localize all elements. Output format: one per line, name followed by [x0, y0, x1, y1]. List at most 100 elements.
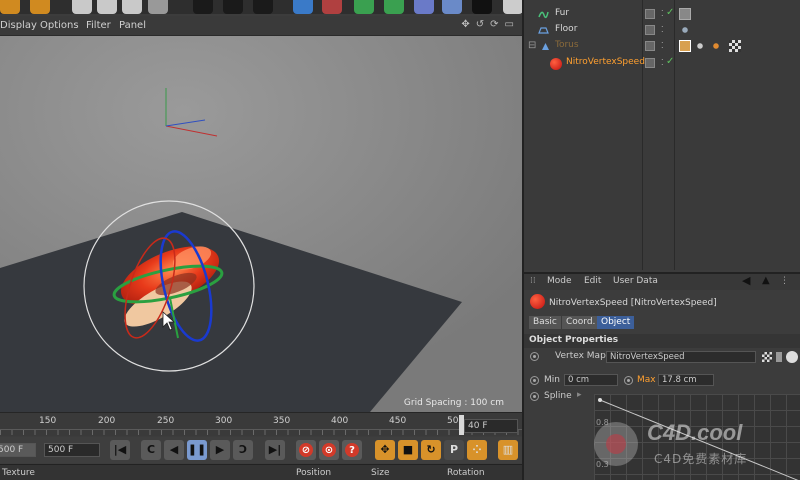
vertex-map-tag-icon[interactable]	[694, 40, 706, 52]
menu-display[interactable]: Display	[0, 20, 37, 31]
tree-expand-icon[interactable]: ⊟	[528, 41, 536, 51]
visibility-dots[interactable]: ⁚	[661, 10, 665, 18]
previous-key-button[interactable]: C	[141, 440, 161, 460]
layer-flag[interactable]	[645, 58, 655, 68]
cube-icon[interactable]	[293, 0, 313, 14]
pause-button[interactable]: ❚❚	[187, 440, 207, 460]
scale-tool-icon[interactable]	[72, 0, 92, 14]
tick-label: 400	[331, 416, 349, 426]
enabled-check-icon[interactable]: ✓	[666, 7, 674, 18]
zoom-view-icon[interactable]: ↺	[476, 19, 484, 30]
record-active-button[interactable]: ⊘	[296, 440, 316, 460]
current-frame-field[interactable]: 40 F	[464, 419, 518, 433]
up-arrow-icon[interactable]: ▲	[762, 275, 770, 286]
visibility-dots[interactable]: ⁚	[661, 42, 665, 50]
max-label: Max	[637, 375, 656, 385]
tab-object[interactable]: Object	[597, 316, 635, 329]
vertex-map-animate-radio[interactable]	[530, 352, 539, 361]
previous-frame-button[interactable]: ◀	[164, 440, 184, 460]
undo-icon[interactable]	[0, 0, 20, 14]
max-field[interactable]: 17.8 cm	[658, 374, 714, 386]
redo-icon[interactable]	[30, 0, 50, 14]
visibility-dots[interactable]: ⁚	[661, 26, 665, 34]
max-animate-radio[interactable]	[624, 376, 633, 385]
object-row-fur[interactable]: Fur ⁚ ✓	[524, 6, 800, 22]
checker-tag-icon[interactable]	[729, 40, 741, 52]
array-icon[interactable]	[384, 0, 404, 14]
go-to-end-button[interactable]: ▶|	[265, 440, 285, 460]
layer-flag[interactable]	[645, 25, 655, 35]
end-frame-field[interactable]: 500 F	[44, 443, 100, 457]
tab-coord[interactable]: Coord.	[562, 316, 600, 329]
spline-icon[interactable]	[322, 0, 342, 14]
floor-icon[interactable]	[442, 0, 462, 14]
menu-panel[interactable]: Panel	[119, 20, 146, 31]
start-frame-field[interactable]: 500 F	[0, 443, 36, 457]
rotate-tool-icon[interactable]	[97, 0, 117, 14]
key-rotation-button[interactable]: ↻	[421, 440, 441, 460]
min-animate-radio[interactable]	[530, 376, 539, 385]
fur-tag-icon[interactable]	[679, 40, 691, 52]
tick-label: 350	[273, 416, 291, 426]
enabled-check-icon[interactable]: ✓	[666, 56, 674, 67]
move-tool-icon[interactable]	[122, 0, 142, 14]
go-to-start-button[interactable]: |◀	[110, 440, 130, 460]
timeline-window-button[interactable]: ▥	[498, 440, 518, 460]
key-scale-button[interactable]: ■	[398, 440, 418, 460]
nurbs-icon[interactable]	[354, 0, 374, 14]
light-icon[interactable]	[503, 0, 522, 14]
maximize-view-icon[interactable]: ▭	[505, 19, 514, 30]
next-key-button[interactable]: Ↄ	[233, 440, 253, 460]
object-row-nitrovertexspeed[interactable]: NitroVertexSpeed ⁚ ✓	[524, 55, 800, 71]
vertex-map-menu-icon[interactable]	[776, 352, 782, 362]
torus-icon	[542, 43, 549, 50]
vertex-map-checker-icon[interactable]	[762, 352, 772, 362]
section-title: Object Properties	[529, 335, 619, 345]
key-position-button[interactable]: ✥	[375, 440, 395, 460]
key-pla-button[interactable]: ⁘	[467, 440, 487, 460]
3d-viewport[interactable]: Grid Spacing : 100 cm	[0, 36, 522, 412]
spline-animate-radio[interactable]	[530, 392, 539, 401]
coordinate-icon[interactable]	[148, 0, 168, 14]
menu-edit[interactable]: Edit	[584, 276, 601, 286]
menu-user-data[interactable]: User Data	[613, 276, 658, 286]
timeline-ruler[interactable]: 150 200 250 300 350 400 450 50	[0, 412, 522, 436]
menu-mode[interactable]: Mode	[547, 276, 572, 286]
menu-options[interactable]: Options	[40, 20, 79, 31]
fur-icon	[538, 11, 549, 19]
layer-flag[interactable]	[645, 9, 655, 19]
sss-tag-icon[interactable]	[710, 40, 722, 52]
lock-icon[interactable]: ⋮	[780, 276, 789, 286]
next-frame-button[interactable]: ▶	[210, 440, 230, 460]
object-name[interactable]: Fur	[555, 8, 569, 18]
autokey-button[interactable]: ⊙	[319, 440, 339, 460]
grip-icon[interactable]: ⁞⁞	[530, 276, 536, 286]
deformer-icon[interactable]	[414, 0, 434, 14]
material-tag-icon[interactable]	[679, 8, 691, 20]
camera-icon[interactable]	[472, 0, 492, 14]
back-arrow-icon[interactable]: ◀	[742, 274, 750, 287]
render-region-icon[interactable]	[193, 0, 213, 14]
vertex-map-field[interactable]: NitroVertexSpeed	[606, 351, 756, 363]
tab-basic[interactable]: Basic	[529, 316, 561, 329]
layer-flag[interactable]	[645, 41, 655, 51]
min-field[interactable]: 0 cm	[564, 374, 618, 386]
pan-view-icon[interactable]: ✥	[461, 19, 469, 30]
viewport-menubar: Display Options Filter Panel ✥ ↺ ⟳ ▭	[0, 16, 522, 36]
key-parameter-button[interactable]: P	[444, 440, 464, 460]
visibility-dots[interactable]: ⁚	[661, 59, 665, 67]
spline-expand-icon[interactable]: ▸	[577, 390, 582, 400]
rotate-view-icon[interactable]: ⟳	[490, 19, 498, 30]
object-name[interactable]: Torus	[555, 40, 579, 50]
spline-point[interactable]	[598, 398, 602, 402]
object-name[interactable]: NitroVertexSpeed	[566, 57, 645, 67]
keyframe-selection-button[interactable]: ?	[342, 440, 362, 460]
object-row-floor[interactable]: Floor ⁚	[524, 22, 800, 38]
texture-tag-icon[interactable]	[679, 24, 691, 36]
render-settings-icon[interactable]	[253, 0, 273, 14]
object-row-torus[interactable]: ⊟ Torus ⁚	[524, 38, 800, 54]
object-name[interactable]: Floor	[555, 24, 577, 34]
menu-filter[interactable]: Filter	[86, 20, 111, 31]
render-view-icon[interactable]	[223, 0, 243, 14]
vertex-map-pick-icon[interactable]	[786, 351, 798, 363]
